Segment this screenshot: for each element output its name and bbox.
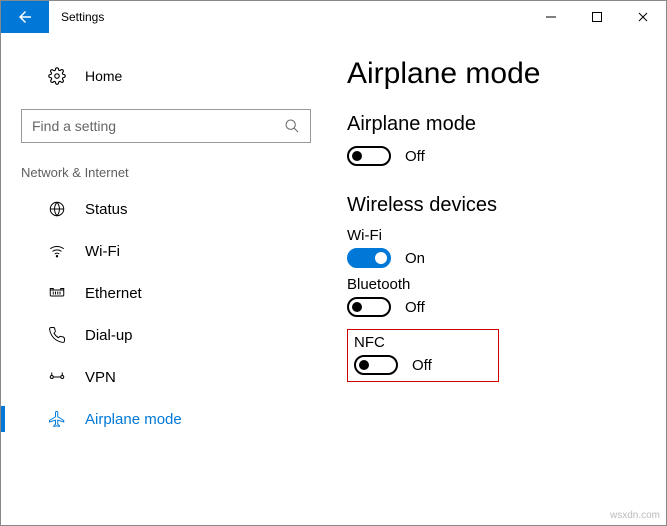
nfc-toggle[interactable] (354, 355, 398, 375)
bluetooth-state: Off (405, 299, 425, 316)
phone-icon (47, 326, 67, 344)
window-title: Settings (49, 1, 528, 33)
wifi-toggle-row: On (347, 248, 666, 268)
wifi-toggle[interactable] (347, 248, 391, 268)
airplane-mode-section-heading: Airplane mode (347, 113, 666, 136)
active-indicator (1, 406, 5, 432)
airplane-mode-state: Off (405, 148, 425, 165)
maximize-button[interactable] (574, 1, 620, 33)
nfc-toggle-row: Off (354, 355, 432, 375)
airplane-mode-toggle-row: Off (347, 146, 666, 166)
bluetooth-toggle[interactable] (347, 297, 391, 317)
wifi-state: On (405, 250, 425, 267)
close-button[interactable] (620, 1, 666, 33)
search-placeholder: Find a setting (32, 118, 284, 134)
window-controls (528, 1, 666, 33)
bluetooth-label: Bluetooth (347, 276, 666, 293)
sidebar-item-label: Ethernet (85, 285, 142, 302)
wifi-label: Wi-Fi (347, 227, 666, 244)
wireless-devices-heading: Wireless devices (347, 194, 666, 217)
sidebar-item-label: VPN (85, 369, 116, 386)
watermark: wsxdn.com (610, 510, 660, 521)
body: Home Find a setting Network & Internet S… (1, 33, 666, 525)
sidebar-item-status[interactable]: Status (1, 188, 331, 230)
settings-window: Settings Home Find a sett (0, 0, 667, 526)
arrow-left-icon (16, 8, 34, 26)
maximize-icon (592, 12, 602, 22)
sidebar-item-label: Airplane mode (85, 411, 182, 428)
gear-icon (47, 67, 67, 85)
home-label: Home (85, 68, 122, 84)
sidebar-item-label: Status (85, 201, 128, 218)
sidebar-item-wifi[interactable]: Wi-Fi (1, 230, 331, 272)
sidebar-item-vpn[interactable]: VPN (1, 356, 331, 398)
sidebar-item-label: Dial-up (85, 327, 133, 344)
ethernet-icon (47, 284, 67, 302)
nfc-highlight-box: NFC Off (347, 329, 499, 382)
minimize-button[interactable] (528, 1, 574, 33)
sidebar-item-label: Wi-Fi (85, 243, 120, 260)
sidebar-item-airplane-mode[interactable]: Airplane mode (1, 398, 331, 440)
bluetooth-toggle-row: Off (347, 297, 666, 317)
airplane-mode-toggle[interactable] (347, 146, 391, 166)
airplane-icon (47, 410, 67, 428)
globe-icon (47, 200, 67, 218)
content-pane: Airplane mode Airplane mode Off Wireless… (331, 33, 666, 525)
sidebar-item-ethernet[interactable]: Ethernet (1, 272, 331, 314)
vpn-icon (47, 368, 67, 386)
wifi-icon (47, 242, 67, 260)
home-link[interactable]: Home (1, 61, 331, 91)
search-input[interactable]: Find a setting (21, 109, 311, 143)
page-title: Airplane mode (347, 57, 666, 91)
titlebar: Settings (1, 1, 666, 33)
minimize-icon (546, 12, 556, 22)
close-icon (638, 12, 648, 22)
search-icon (284, 118, 300, 134)
left-pane: Home Find a setting Network & Internet S… (1, 33, 331, 525)
back-button[interactable] (1, 1, 49, 33)
sidebar-item-dialup[interactable]: Dial-up (1, 314, 331, 356)
nfc-label: NFC (354, 334, 432, 351)
nfc-state: Off (412, 357, 432, 374)
category-label: Network & Internet (1, 165, 331, 188)
